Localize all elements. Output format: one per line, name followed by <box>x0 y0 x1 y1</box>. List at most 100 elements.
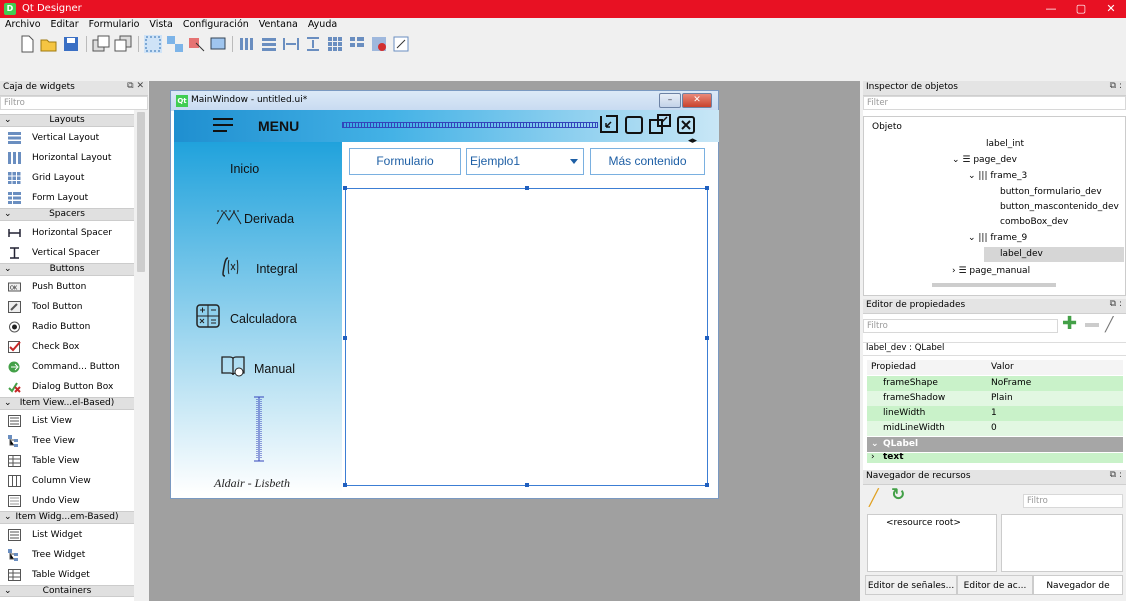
layout-form-icon[interactable] <box>348 35 366 53</box>
property-value[interactable]: 1 <box>991 406 997 421</box>
property-value[interactable]: 0 <box>991 421 997 436</box>
maximize-icon[interactable] <box>624 115 644 135</box>
widget-tree-widget[interactable]: Tree Widget <box>0 545 134 565</box>
widget-form-layout[interactable]: Form Layout <box>0 188 134 208</box>
dock-float-icon[interactable]: ⧉ : <box>1110 470 1122 480</box>
resize-handle[interactable] <box>343 186 347 190</box>
widget-grid-layout[interactable]: Grid Layout <box>0 168 134 188</box>
bring-front-icon[interactable] <box>92 35 110 53</box>
category-buttons[interactable]: ⌄ Buttons <box>0 263 134 276</box>
mas-contenido-button[interactable]: Más contenido <box>590 148 705 175</box>
sidebar-item-manual[interactable]: Manual <box>174 346 342 390</box>
close-box-icon[interactable] <box>676 115 696 135</box>
remove-property-icon[interactable] <box>1085 323 1099 327</box>
tree-item-page-dev[interactable]: ⌄ ☰ page_dev <box>952 153 1017 168</box>
formulario-button[interactable]: Formulario <box>349 148 461 175</box>
resize-arrow-icon[interactable]: ◂▸ <box>688 136 697 146</box>
menu-formulario[interactable]: Formulario <box>84 18 145 31</box>
widget-tree-view[interactable]: Tree View <box>0 431 134 451</box>
widget-horizontal-spacer[interactable]: Horizontal Spacer <box>0 223 134 243</box>
sidebar-item-derivada[interactable]: Derivada <box>174 196 342 240</box>
category-spacers[interactable]: ⌄ Spacers <box>0 208 134 221</box>
property-value[interactable]: Plain <box>991 391 1013 406</box>
property-value[interactable]: NoFrame <box>991 376 1031 391</box>
add-property-icon[interactable]: ✚ <box>1062 314 1077 334</box>
resize-handle[interactable] <box>525 186 529 190</box>
widget-vertical-spacer[interactable]: Vertical Spacer <box>0 243 134 263</box>
category-containers[interactable]: ⌄ Containers <box>0 585 134 597</box>
widget-box-scrollbar[interactable] <box>134 110 148 601</box>
category-item-views[interactable]: ⌄ Item View...el-Based) <box>0 397 134 410</box>
new-file-icon[interactable] <box>18 35 36 53</box>
layout-horizontal-icon[interactable] <box>238 35 256 53</box>
widget-check-box[interactable]: Check Box <box>0 337 134 357</box>
minimize-button[interactable]: — <box>1036 0 1066 18</box>
edit-resources-icon[interactable]: ╱ <box>869 488 879 507</box>
widget-table-view[interactable]: Table View <box>0 451 134 471</box>
selected-frame-label-dev[interactable] <box>343 186 709 487</box>
property-filter-input[interactable]: Filtro <box>863 319 1058 333</box>
inspector-filter-input[interactable]: Filter <box>863 96 1126 110</box>
widget-radio-button[interactable]: Radio Button <box>0 317 134 337</box>
menu-ayuda[interactable]: Ayuda <box>303 18 342 31</box>
property-row[interactable]: lineWidth 1 <box>867 406 1123 421</box>
widget-filter-input[interactable]: Filtro <box>0 96 148 110</box>
maximize-button[interactable]: ▢ <box>1066 0 1096 18</box>
send-back-icon[interactable] <box>114 35 132 53</box>
break-layout-icon[interactable] <box>370 35 388 53</box>
adjust-size-icon[interactable] <box>392 35 410 53</box>
tree-item-frame-3[interactable]: ⌄ ||| frame_3 <box>968 169 1027 184</box>
property-row-text[interactable]: › text <box>867 453 1123 463</box>
resize-handle[interactable] <box>705 483 709 487</box>
layout-vertical-icon[interactable] <box>260 35 278 53</box>
widget-undo-view[interactable]: Undo View <box>0 491 134 511</box>
resize-handle[interactable] <box>525 483 529 487</box>
menu-editar[interactable]: Editar <box>46 18 84 31</box>
scrollbar-thumb[interactable] <box>137 112 145 272</box>
restore-down-icon[interactable] <box>598 113 620 135</box>
hamburger-icon[interactable] <box>212 117 234 133</box>
widget-vertical-layout[interactable]: Vertical Layout <box>0 128 134 148</box>
dock-float-icon[interactable]: ⧉ : <box>1110 81 1122 91</box>
layout-splitter-h-icon[interactable] <box>282 35 300 53</box>
resize-handle[interactable] <box>343 336 347 340</box>
widget-tool-button[interactable]: Tool Button <box>0 297 134 317</box>
category-item-widgets[interactable]: ⌄ Item Widg...em-Based) <box>0 511 134 524</box>
widget-column-view[interactable]: Column View <box>0 471 134 491</box>
resize-handle[interactable] <box>705 186 709 190</box>
resource-tree[interactable]: <resource root> <box>867 514 997 572</box>
dock-float-icon[interactable]: ⧉ : <box>1110 299 1122 309</box>
widget-push-button[interactable]: OK Push Button <box>0 277 134 297</box>
tree-item-combobox-dev[interactable]: comboBox_dev <box>1000 215 1068 230</box>
tab-action-editor[interactable]: Editor de ac... <box>957 575 1033 595</box>
tree-item-page-manual[interactable]: › ☰ page_manual <box>952 264 1030 279</box>
category-layouts[interactable]: ⌄ Layouts <box>0 114 134 127</box>
sidebar-item-integral[interactable]: Integral <box>174 246 342 290</box>
reload-icon[interactable]: ↻ <box>891 485 905 505</box>
dock-close-icon[interactable]: ⧉ ✕ <box>127 81 144 91</box>
tree-item-frame-9[interactable]: ⌄ ||| frame_9 <box>968 231 1027 246</box>
widget-command-link-button[interactable]: Command... Button <box>0 357 134 377</box>
menu-vista[interactable]: Vista <box>144 18 177 31</box>
menu-archivo[interactable]: Archivo <box>0 18 46 31</box>
sidebar-item-calculadora[interactable]: Calculadora <box>174 296 342 340</box>
tree-item-label-int[interactable]: label_int <box>986 137 1024 152</box>
resize-handle[interactable] <box>705 336 709 340</box>
tree-item-button-mascontenido-dev[interactable]: button_mascontenido_dev <box>1000 200 1119 215</box>
tab-signal-editor[interactable]: Editor de señales... <box>865 575 957 595</box>
edit-buddies-icon[interactable] <box>188 35 206 53</box>
menu-ventana[interactable]: Ventana <box>254 18 303 31</box>
edit-signals-icon[interactable] <box>166 35 184 53</box>
menu-configuracion[interactable]: Configuración <box>178 18 254 31</box>
window-mode-icon[interactable] <box>648 112 672 136</box>
resource-filter-input[interactable]: Filtro <box>1023 494 1123 508</box>
tree-item-button-formulario-dev[interactable]: button_formulario_dev <box>1000 185 1102 200</box>
property-row[interactable]: midLineWidth 0 <box>867 421 1123 436</box>
widget-table-widget[interactable]: Table Widget <box>0 565 134 585</box>
layout-splitter-v-icon[interactable] <box>304 35 322 53</box>
layout-grid-icon[interactable] <box>326 35 344 53</box>
ejemplo-combobox[interactable]: Ejemplo1 <box>466 148 584 175</box>
edit-widgets-icon[interactable] <box>144 35 162 53</box>
resize-handle[interactable] <box>343 483 347 487</box>
configure-icon[interactable]: ╱ <box>1105 317 1113 333</box>
